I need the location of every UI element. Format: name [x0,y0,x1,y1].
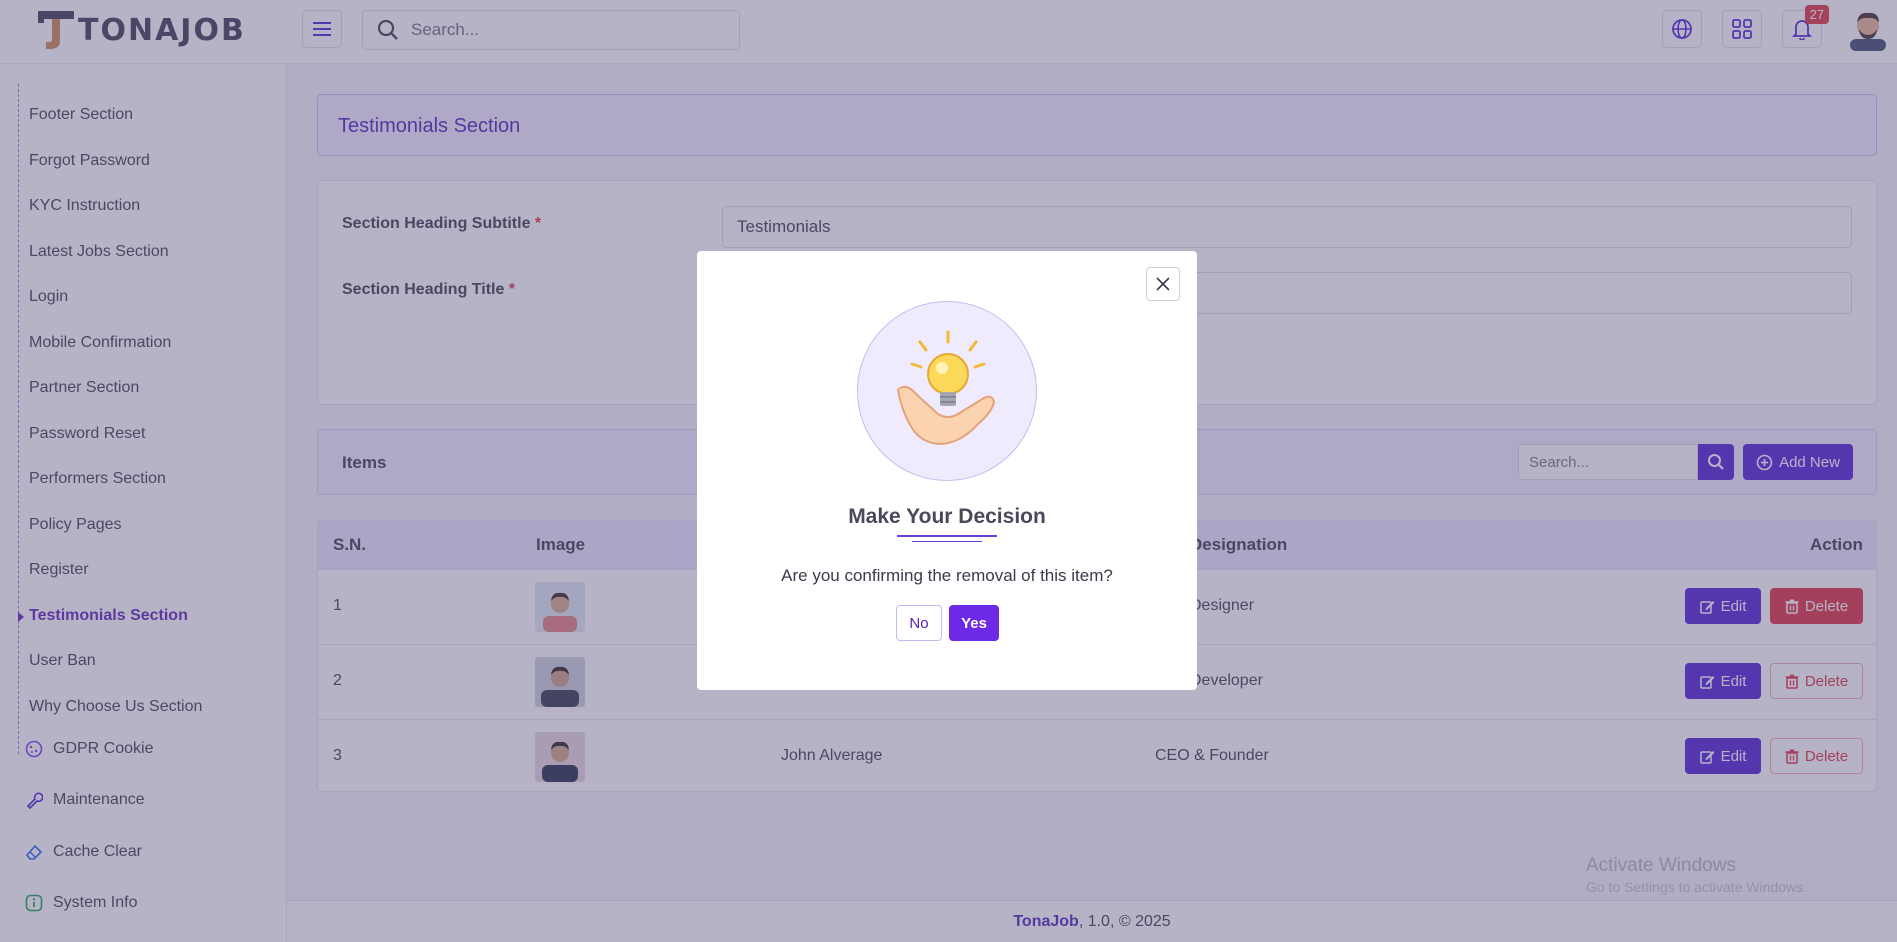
close-icon [1156,277,1170,291]
modal-close-button[interactable] [1146,267,1180,301]
modal-message: Are you confirming the removal of this i… [781,566,1113,585]
modal-title: Make Your Decision [848,505,1046,528]
title-underline-short [912,541,982,542]
confirmation-modal: Make Your Decision Are you confirming th… [697,251,1197,690]
yes-button[interactable]: Yes [949,605,999,641]
no-button[interactable]: No [896,605,942,641]
lightbulb-illustration [857,301,1037,481]
title-underline [897,535,997,537]
lightbulb-hand-icon [896,330,996,446]
